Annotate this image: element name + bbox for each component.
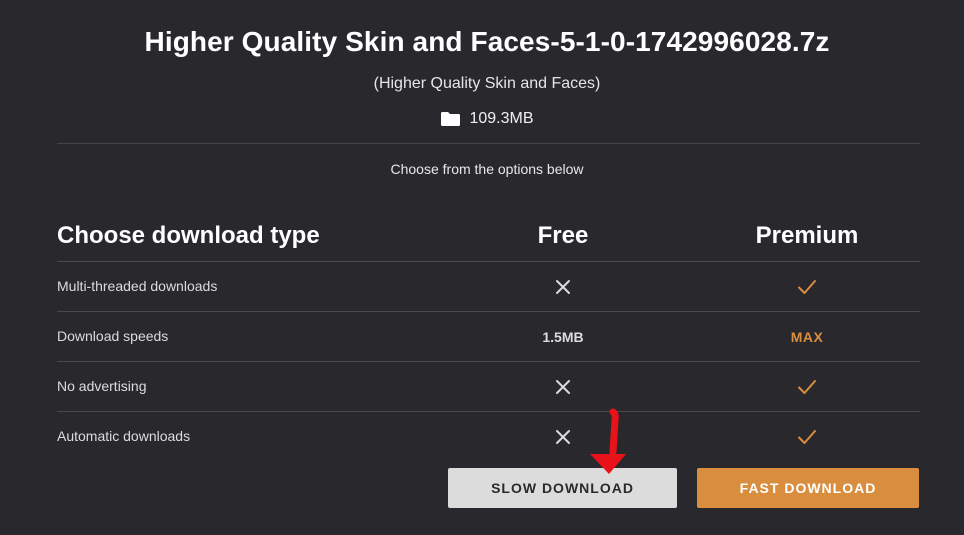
x-icon	[556, 429, 570, 444]
row-label: Automatic downloads	[57, 428, 191, 444]
table-header: Choose download type Free Premium	[57, 213, 920, 262]
file-subtitle: (Higher Quality Skin and Faces)	[373, 75, 601, 92]
table-row: Multi-threaded downloads	[57, 262, 920, 312]
row-label: No advertising	[57, 378, 147, 394]
fast-download-button[interactable]: FAST DOWNLOAD	[697, 468, 919, 508]
file-size: 109.3MB	[469, 110, 534, 127]
table-row: Download speeds 1.5MB MAX	[57, 312, 920, 362]
check-icon	[798, 279, 816, 294]
file-size-info: 109.3MB	[0, 110, 964, 128]
check-icon	[798, 379, 816, 394]
column-premium: Premium	[755, 222, 859, 249]
check-icon	[798, 429, 816, 444]
download-type-table: Choose download type Free Premium Multi-…	[57, 213, 920, 461]
choose-options-text: Choose from the options below	[390, 161, 584, 177]
divider	[57, 143, 920, 144]
row-label: Multi-threaded downloads	[57, 278, 218, 294]
slow-download-button[interactable]: SLOW DOWNLOAD	[448, 468, 677, 508]
red-arrow-icon	[590, 408, 626, 474]
row-label: Download speeds	[57, 328, 169, 344]
table-heading: Choose download type	[57, 222, 320, 249]
premium-speed-value: MAX	[790, 328, 824, 345]
file-title: Higher Quality Skin and Faces-5-1-0-1742…	[144, 26, 830, 57]
x-icon	[556, 379, 570, 394]
table-row: Automatic downloads	[57, 412, 920, 461]
free-speed-value: 1.5MB	[542, 328, 584, 345]
column-free: Free	[537, 222, 589, 249]
x-icon	[556, 279, 570, 294]
table-row: No advertising	[57, 362, 920, 412]
folder-icon	[441, 112, 461, 126]
